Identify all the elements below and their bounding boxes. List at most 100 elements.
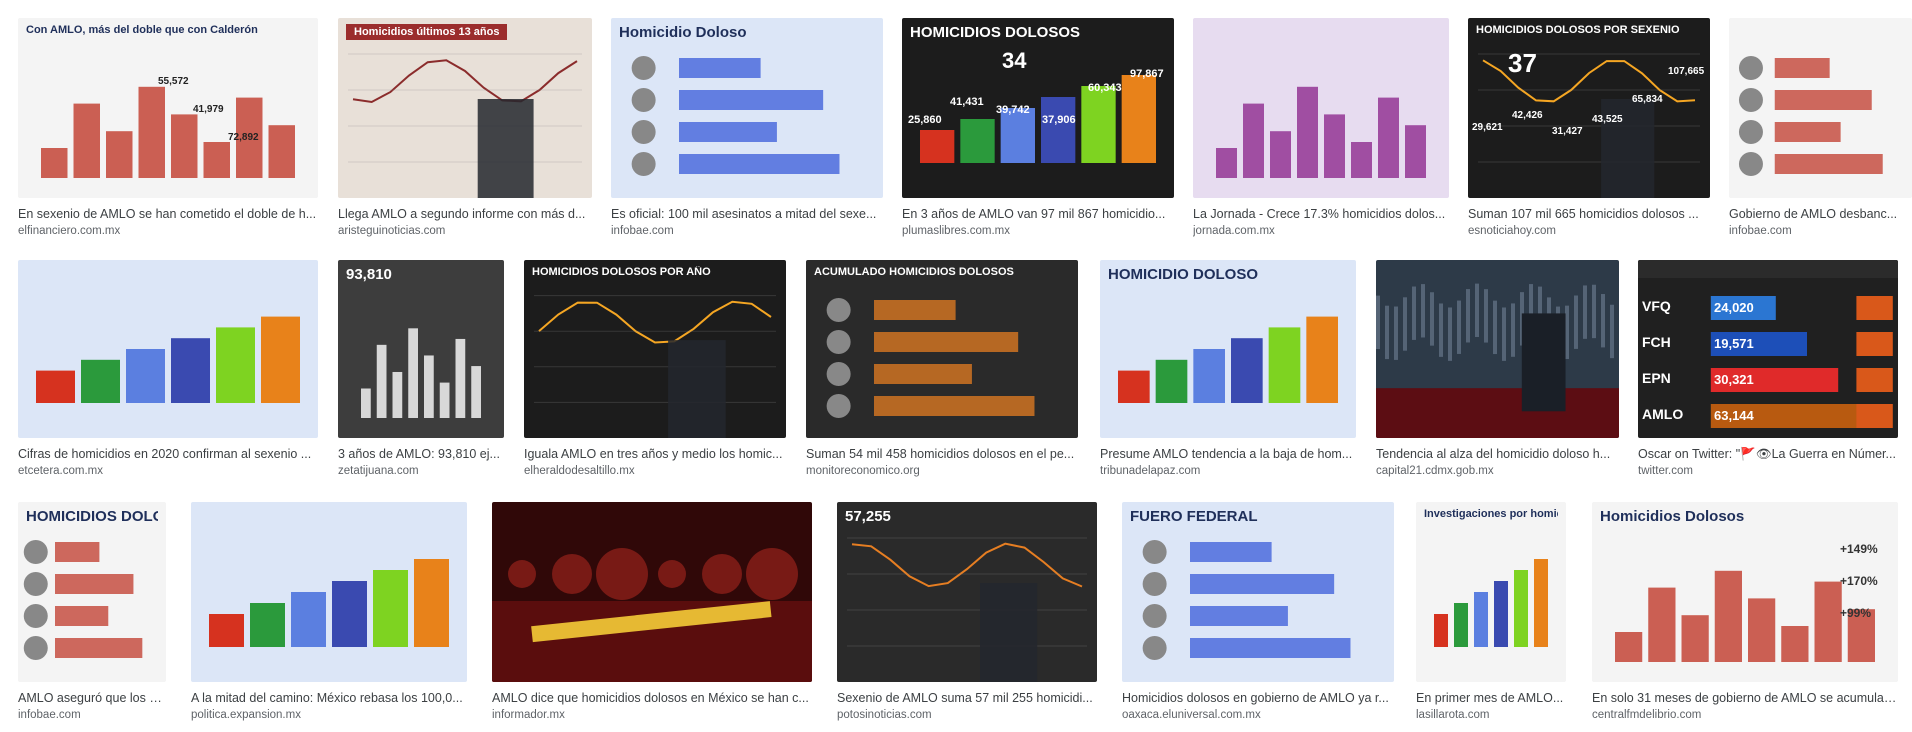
- result-thumbnail[interactable]: 93,810: [338, 260, 504, 438]
- thumbnail-graphic: [1729, 18, 1912, 198]
- image-result-tile[interactable]: Cifras de homicidios en 2020 confirman a…: [18, 260, 318, 488]
- result-thumbnail[interactable]: VFQ FCH EPN AMLO 24,020 19,571 30,321 63,144: [1638, 260, 1898, 438]
- result-title[interactable]: Es oficial: 100 mil asesinatos a mitad d…: [611, 206, 883, 222]
- result-source[interactable]: tribunadelapaz.com: [1100, 464, 1356, 478]
- result-title[interactable]: Homicidios dolosos en gobierno de AMLO y…: [1122, 690, 1394, 706]
- thumbnail-graphic: [611, 18, 883, 198]
- image-result-tile[interactable]: HOMICIDIO DOLOSO Presume AMLO tendencia a…: [1100, 260, 1356, 488]
- thumbnail-graphic: [1376, 260, 1619, 438]
- thumbnail-graphic: [18, 502, 166, 682]
- result-thumbnail[interactable]: FUERO FEDERAL: [1122, 502, 1394, 682]
- result-source[interactable]: jornada.com.mx: [1193, 224, 1449, 238]
- image-result-tile[interactable]: HOMICIDIOS DOLOSOS POR AÑO Iguala AMLO en…: [524, 260, 786, 488]
- thumbnail-graphic: [191, 502, 467, 682]
- result-thumbnail[interactable]: Homicidio Doloso: [611, 18, 883, 198]
- thumbnail-graphic: [1100, 260, 1356, 438]
- result-source[interactable]: oaxaca.eluniversal.com.mx: [1122, 708, 1394, 722]
- result-source[interactable]: informador.mx: [492, 708, 812, 722]
- result-title[interactable]: Iguala AMLO en tres años y medio los hom…: [524, 446, 786, 462]
- result-title[interactable]: Llega AMLO a segundo informe con más d..…: [338, 206, 592, 222]
- thumbnail-graphic: [338, 18, 592, 198]
- result-title[interactable]: AMLO aseguró que los h...: [18, 690, 166, 706]
- result-title[interactable]: A la mitad del camino: México rebasa los…: [191, 690, 467, 706]
- result-thumbnail[interactable]: Investigaciones por homicidio: [1416, 502, 1566, 682]
- image-result-tile[interactable]: HOMICIDIOS DOLOSOS POR SEXENIO 37 29,621 42…: [1468, 18, 1710, 248]
- thumbnail-graphic: [1468, 18, 1710, 198]
- result-source[interactable]: infobae.com: [611, 224, 883, 238]
- thumbnail-graphic: [902, 18, 1174, 198]
- result-source[interactable]: plumaslibres.com.mx: [902, 224, 1174, 238]
- thumbnail-graphic: [837, 502, 1097, 682]
- image-result-tile[interactable]: AMLO dice que homicidios dolosos en Méxi…: [492, 502, 812, 732]
- result-title[interactable]: En primer mes de AMLO...: [1416, 690, 1566, 706]
- result-source[interactable]: elheraldodesaltillo.mx: [524, 464, 786, 478]
- result-source[interactable]: centralfmdelibrio.com: [1592, 708, 1898, 722]
- image-result-tile[interactable]: Con AMLO, más del doble que con Calderón…: [18, 18, 318, 248]
- result-source[interactable]: politica.expansion.mx: [191, 708, 467, 722]
- result-title[interactable]: En solo 31 meses de gobierno de AMLO se …: [1592, 690, 1898, 706]
- result-title[interactable]: Suman 54 mil 458 homicidios dolosos en e…: [806, 446, 1078, 462]
- thumbnail-graphic: [18, 260, 318, 438]
- result-thumbnail[interactable]: HOMICIDIOS DOLOSOS POR AÑO: [524, 260, 786, 438]
- result-thumbnail[interactable]: [1729, 18, 1912, 198]
- image-result-tile[interactable]: A la mitad del camino: México rebasa los…: [191, 502, 467, 732]
- result-title[interactable]: Cifras de homicidios en 2020 confirman a…: [18, 446, 318, 462]
- result-thumbnail[interactable]: HOMICIDIO DOLOSO: [1100, 260, 1356, 438]
- image-result-tile[interactable]: 93,810 3 años de AMLO: 93,810 ej... zetati…: [338, 260, 504, 488]
- image-result-tile[interactable]: Homicidio Doloso Es oficial: 100 mil ases…: [611, 18, 883, 248]
- image-result-tile[interactable]: ACUMULADO HOMICIDIOS DOLOSOS Suman 54 mil…: [806, 260, 1078, 488]
- result-source[interactable]: esnoticiahoy.com: [1468, 224, 1710, 238]
- result-source[interactable]: potosinoticias.com: [837, 708, 1097, 722]
- result-thumbnail[interactable]: [191, 502, 467, 682]
- thumbnail-graphic: [18, 18, 318, 198]
- result-source[interactable]: infobae.com: [18, 708, 166, 722]
- result-title[interactable]: 3 años de AMLO: 93,810 ej...: [338, 446, 504, 462]
- result-title[interactable]: Gobierno de AMLO desbanc...: [1729, 206, 1912, 222]
- image-result-tile[interactable]: Tendencia al alza del homicidio doloso h…: [1376, 260, 1619, 488]
- result-thumbnail[interactable]: [1376, 260, 1619, 438]
- result-title[interactable]: Tendencia al alza del homicidio doloso h…: [1376, 446, 1619, 462]
- thumbnail-graphic: [1122, 502, 1394, 682]
- result-source[interactable]: monitoreconomico.org: [806, 464, 1078, 478]
- result-thumbnail[interactable]: HOMICIDIOS DOLOSOS: [18, 502, 166, 682]
- result-title[interactable]: Suman 107 mil 665 homicidios dolosos ...: [1468, 206, 1710, 222]
- thumbnail-graphic: [338, 260, 504, 438]
- result-title[interactable]: Sexenio de AMLO suma 57 mil 255 homicidi…: [837, 690, 1097, 706]
- result-source[interactable]: etcetera.com.mx: [18, 464, 318, 478]
- result-title[interactable]: Presume AMLO tendencia a la baja de hom.…: [1100, 446, 1356, 462]
- result-thumbnail[interactable]: ACUMULADO HOMICIDIOS DOLOSOS: [806, 260, 1078, 438]
- image-result-tile[interactable]: 57,255 Sexenio de AMLO suma 57 mil 255 ho…: [837, 502, 1097, 732]
- image-result-tile[interactable]: Homicidios últimos 13 años Llega AMLO a s…: [338, 18, 592, 248]
- result-source[interactable]: capital21.cdmx.gob.mx: [1376, 464, 1619, 478]
- image-result-tile[interactable]: HOMICIDIOS DOLOSOS 34 25,860 41,431 39,742 37…: [902, 18, 1174, 248]
- thumbnail-graphic: [1416, 502, 1566, 682]
- result-thumbnail[interactable]: Homicidios Dolosos +149% +170% +99%: [1592, 502, 1898, 682]
- result-source[interactable]: elfinanciero.com.mx: [18, 224, 318, 238]
- result-thumbnail[interactable]: Homicidios últimos 13 años: [338, 18, 592, 198]
- result-thumbnail[interactable]: HOMICIDIOS DOLOSOS POR SEXENIO 37 29,621 42…: [1468, 18, 1710, 198]
- result-title[interactable]: En sexenio de AMLO se han cometido el do…: [18, 206, 318, 222]
- result-title[interactable]: Oscar on Twitter: "🚩👁La Guerra en Númer.…: [1638, 446, 1898, 462]
- image-result-tile[interactable]: VFQ FCH EPN AMLO 24,020 19,571 30,321 63,144 Osc…: [1638, 260, 1898, 488]
- image-result-tile[interactable]: Investigaciones por homicidio En primer m…: [1416, 502, 1566, 732]
- result-source[interactable]: zetatijuana.com: [338, 464, 504, 478]
- result-thumbnail[interactable]: [492, 502, 812, 682]
- result-thumbnail[interactable]: [18, 260, 318, 438]
- result-source[interactable]: aristeguinoticias.com: [338, 224, 592, 238]
- result-source[interactable]: lasillarota.com: [1416, 708, 1566, 722]
- image-result-tile[interactable]: Homicidios Dolosos +149% +170% +99% En solo …: [1592, 502, 1898, 732]
- image-result-tile[interactable]: La Jornada - Crece 17.3% homicidios dolo…: [1193, 18, 1449, 248]
- result-thumbnail[interactable]: 57,255: [837, 502, 1097, 682]
- result-title[interactable]: AMLO dice que homicidios dolosos en Méxi…: [492, 690, 812, 706]
- result-title[interactable]: La Jornada - Crece 17.3% homicidios dolo…: [1193, 206, 1449, 222]
- result-thumbnail[interactable]: Con AMLO, más del doble que con Calderón…: [18, 18, 318, 198]
- image-result-tile[interactable]: Gobierno de AMLO desbanc... infobae.com: [1729, 18, 1912, 248]
- image-result-tile[interactable]: HOMICIDIOS DOLOSOS AMLO aseguró que los h…: [18, 502, 166, 732]
- result-title[interactable]: En 3 años de AMLO van 97 mil 867 homicid…: [902, 206, 1174, 222]
- image-result-tile[interactable]: FUERO FEDERAL Homicidios dolosos en gobie…: [1122, 502, 1394, 732]
- result-source[interactable]: twitter.com: [1638, 464, 1898, 478]
- result-thumbnail[interactable]: HOMICIDIOS DOLOSOS 34 25,860 41,431 39,742 37…: [902, 18, 1174, 198]
- result-source[interactable]: infobae.com: [1729, 224, 1912, 238]
- thumbnail-graphic: [492, 502, 812, 682]
- result-thumbnail[interactable]: [1193, 18, 1449, 198]
